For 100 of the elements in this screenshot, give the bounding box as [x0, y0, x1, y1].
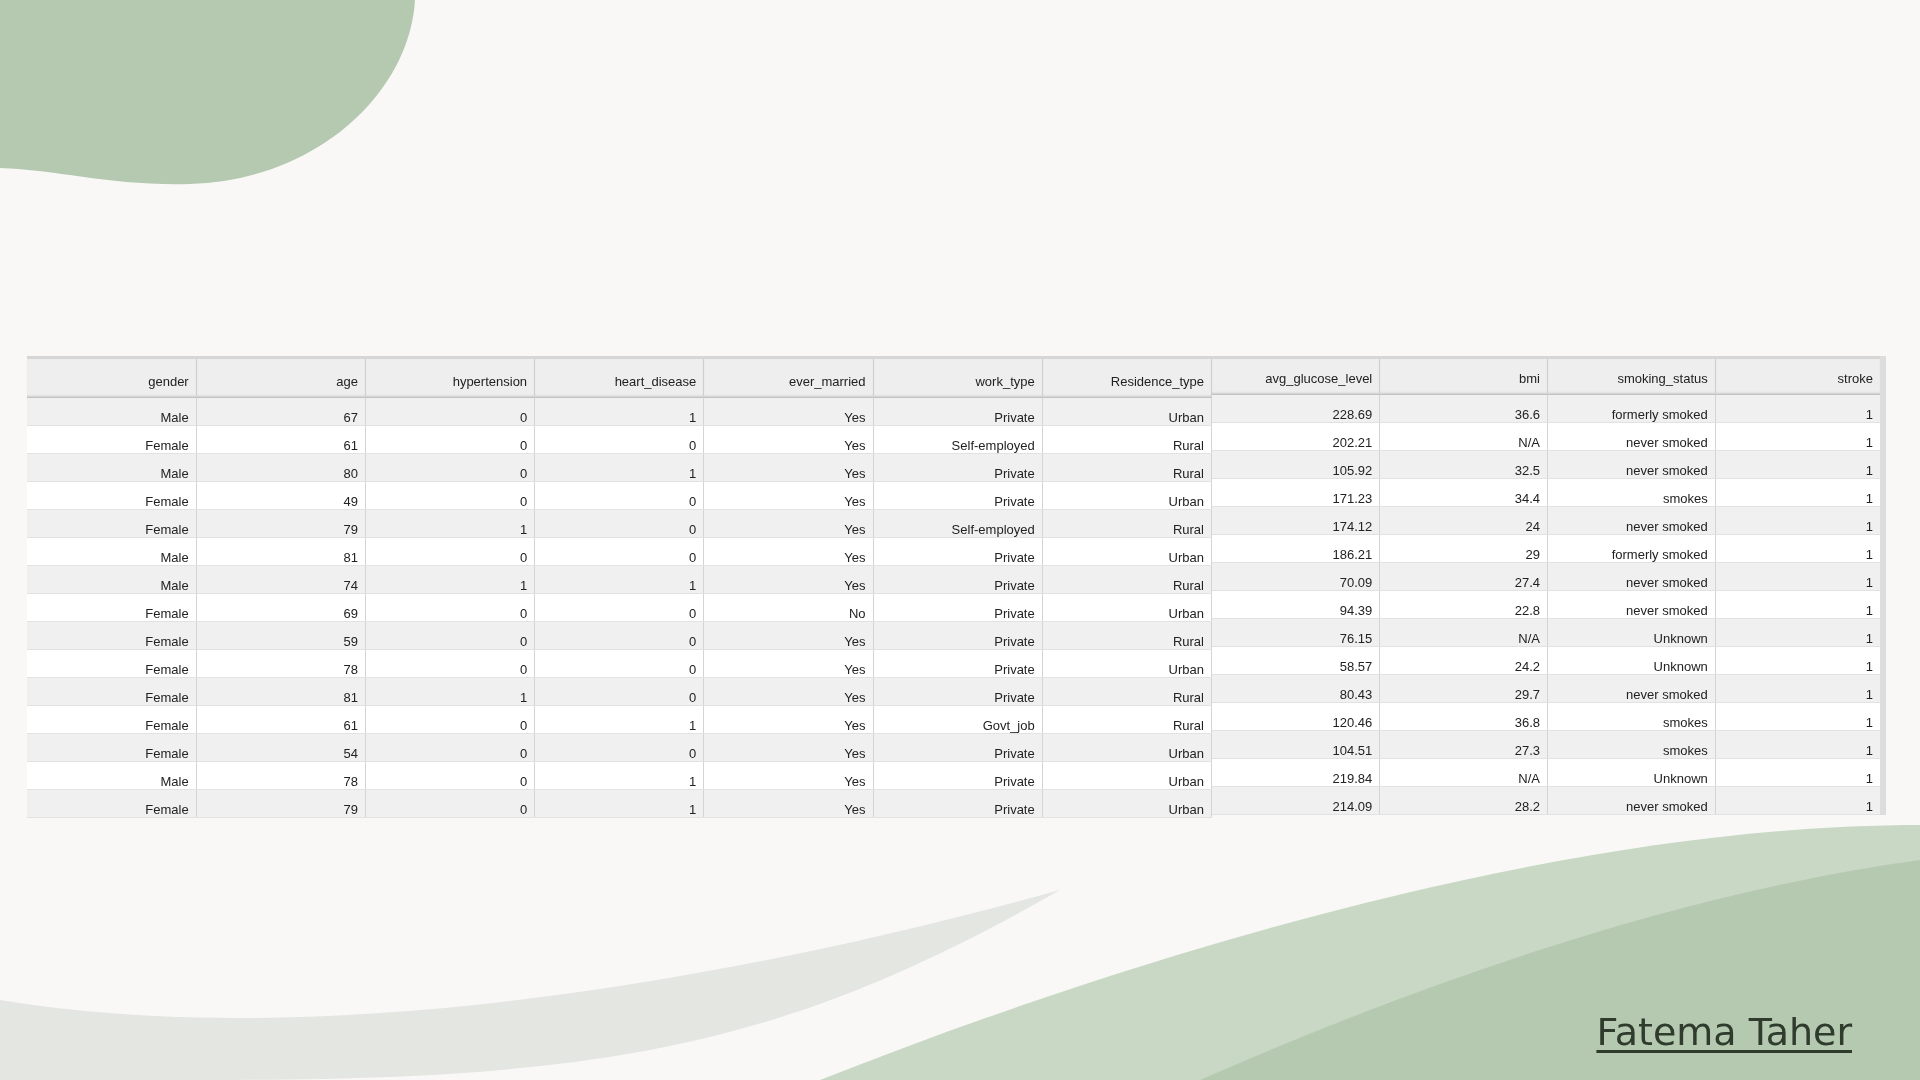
table-cell: 29.7 [1379, 674, 1548, 703]
table-cell: Yes [703, 398, 873, 426]
table-cell: 228.69 [1212, 395, 1380, 423]
table-cell: 1 [1715, 395, 1883, 423]
table-cell: 1 [1715, 450, 1883, 479]
table-cell: 1 [1715, 478, 1883, 507]
table-cell: 1 [1715, 646, 1883, 675]
table-cell: 58.57 [1212, 646, 1380, 675]
table-cell: 0 [365, 789, 535, 818]
table-cell: Private [873, 789, 1043, 818]
table-cell: 0 [365, 453, 535, 482]
table-cell: 0 [534, 537, 704, 566]
table-cell: 1 [1715, 730, 1883, 759]
table-cell: Unknown [1547, 618, 1716, 647]
table-cell: N/A [1379, 618, 1548, 647]
table-cell: 0 [534, 509, 704, 538]
table-cell: 0 [365, 537, 535, 566]
table-cell: 0 [534, 649, 704, 678]
table-cell: never smoked [1547, 674, 1716, 703]
table-cell: 79 [196, 789, 366, 818]
table-cell: 81 [196, 677, 366, 706]
table-cell: 0 [534, 425, 704, 454]
table-cell: N/A [1379, 758, 1548, 787]
table-cell: 1 [1715, 590, 1883, 619]
table-cell: 32.5 [1379, 450, 1548, 479]
table-cell: 171.23 [1212, 478, 1380, 507]
table-cell: 28.2 [1379, 786, 1548, 815]
column-header: gender [27, 357, 197, 398]
table-cell: Female [27, 789, 197, 818]
column-header: avg_glucose_level [1212, 357, 1380, 395]
table-cell: Male [27, 565, 197, 594]
table-cell: 29 [1379, 534, 1548, 563]
table-cell: formerly smoked [1547, 395, 1716, 423]
table-cell: 1 [1715, 674, 1883, 703]
table-cell: Yes [703, 509, 873, 538]
table-cell: Unknown [1547, 758, 1716, 787]
table-cell: 1 [1715, 758, 1883, 787]
table-cell: 202.21 [1212, 422, 1380, 451]
column-header: bmi [1379, 357, 1548, 395]
table-cell: Yes [703, 733, 873, 762]
column-header: ever_married [703, 357, 873, 398]
table-cell: Female [27, 593, 197, 622]
table-cell: Male [27, 398, 197, 426]
table-cell: N/A [1379, 422, 1548, 451]
table-cell: Rural [1042, 509, 1212, 538]
table-cell: never smoked [1547, 786, 1716, 815]
table-cell: Self-employed [873, 425, 1043, 454]
table-cell: Rural [1042, 677, 1212, 706]
table-cell: Govt_job [873, 705, 1043, 734]
table-cell: Rural [1042, 705, 1212, 734]
table-cell: Urban [1042, 481, 1212, 510]
table-cell: Private [873, 621, 1043, 650]
table-cell: 104.51 [1212, 730, 1380, 759]
table-cell: Female [27, 733, 197, 762]
table-cell: Yes [703, 621, 873, 650]
table-cell: Private [873, 593, 1043, 622]
table-cell: Private [873, 733, 1043, 762]
table-cell: Private [873, 453, 1043, 482]
table-cell: 61 [196, 425, 366, 454]
table-cell: Female [27, 481, 197, 510]
table-cell: 36.8 [1379, 702, 1548, 731]
table-cell: Yes [703, 537, 873, 566]
table-cell: never smoked [1547, 506, 1716, 535]
table-cell: 69 [196, 593, 366, 622]
table-cell: 1 [1715, 422, 1883, 451]
table-cell: never smoked [1547, 450, 1716, 479]
column-header: work_type [873, 357, 1043, 398]
table-cell: 0 [365, 481, 535, 510]
table-cell: Rural [1042, 565, 1212, 594]
table-cell: smokes [1547, 478, 1716, 507]
table-cell: Yes [703, 425, 873, 454]
table-cell: smokes [1547, 730, 1716, 759]
table-cell: 1 [534, 453, 704, 482]
table-cell: Unknown [1547, 646, 1716, 675]
table-cell: 80 [196, 453, 366, 482]
table-cell: Female [27, 621, 197, 650]
table-cell: 105.92 [1212, 450, 1380, 479]
table-cell: 120.46 [1212, 702, 1380, 731]
table-cell: 94.39 [1212, 590, 1380, 619]
table-cell: 219.84 [1212, 758, 1380, 787]
table-cell: 1 [365, 677, 535, 706]
author-link[interactable]: Fatema Taher [1596, 1010, 1852, 1054]
table-cell: 0 [365, 425, 535, 454]
table-cell: 1 [534, 398, 704, 426]
table-cell: 186.21 [1212, 534, 1380, 563]
column-header: age [196, 357, 366, 398]
table-cell: 1 [1715, 618, 1883, 647]
table-cell: 67 [196, 398, 366, 426]
table-cell: Yes [703, 453, 873, 482]
column-header: heart_disease [534, 357, 704, 398]
table-cell: Urban [1042, 649, 1212, 678]
table-cell: 0 [365, 649, 535, 678]
table-cell: 0 [365, 593, 535, 622]
table-cell: smokes [1547, 702, 1716, 731]
table-cell: 0 [534, 593, 704, 622]
table-cell: Rural [1042, 453, 1212, 482]
table-cell: Female [27, 649, 197, 678]
table-cell: 1 [534, 789, 704, 818]
table-cell: Private [873, 761, 1043, 790]
table-cell: Urban [1042, 733, 1212, 762]
